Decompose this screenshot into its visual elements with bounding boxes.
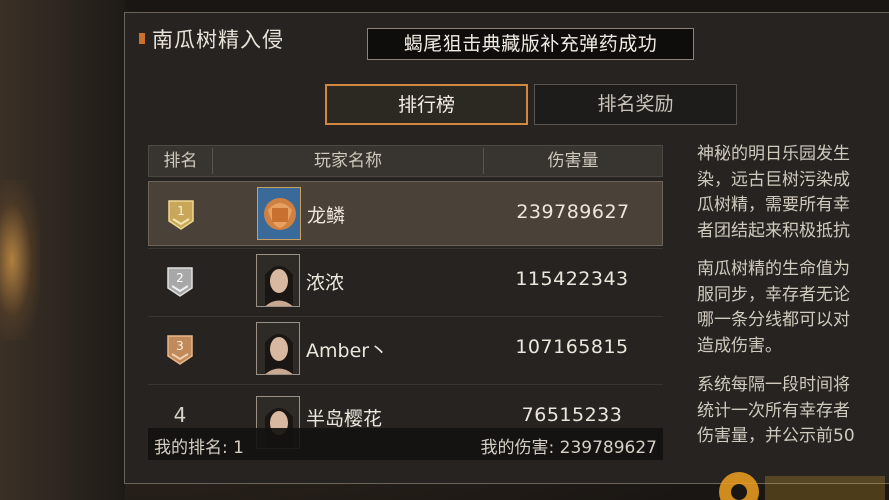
- player-damage: 115422343: [515, 268, 629, 290]
- site-watermark-logo: [715, 462, 889, 500]
- table-row[interactable]: 1 龙鳞 239789627: [148, 181, 663, 246]
- player-damage: 107165815: [515, 336, 629, 358]
- my-damage-label: 我的伤害: 239789627: [480, 438, 657, 458]
- player-avatar[interactable]: [256, 322, 300, 375]
- background-glow: [0, 180, 40, 340]
- player-avatar[interactable]: [257, 187, 301, 240]
- svg-text:3: 3: [176, 339, 184, 353]
- tab-leaderboard[interactable]: 排行榜: [325, 84, 528, 125]
- column-header-player-name: 玩家名称: [314, 151, 382, 171]
- column-header-damage: 伤害量: [547, 151, 599, 171]
- player-damage: 239789627: [516, 201, 630, 223]
- page-title: 南瓜树精入侵: [152, 28, 284, 52]
- svg-text:2: 2: [176, 271, 184, 285]
- rank-badge-gold-icon: 1: [168, 200, 194, 230]
- column-header-rank: 排名: [163, 151, 198, 171]
- my-rank-label: 我的排名: 1: [154, 438, 244, 458]
- player-name: 半岛樱花: [306, 408, 383, 430]
- player-name: 浓浓: [306, 272, 345, 294]
- notice-banner: 蝎尾狙击典藏版补充弹药成功: [367, 28, 694, 60]
- rank-number: 4: [173, 403, 187, 427]
- player-name: 龙鳞: [307, 205, 346, 227]
- rank-badge-bronze-icon: 3: [167, 335, 193, 365]
- tab-rank-rewards[interactable]: 排名奖励: [534, 84, 737, 125]
- svg-text:1: 1: [177, 204, 185, 218]
- event-description-para-1: 神秘的明日乐园发生 染，远古巨树污染成 瓜树精，需要所有幸 者团结起来积极抵抗: [697, 144, 850, 241]
- title-accent-mark: [139, 33, 145, 44]
- event-description-para-3: 系统每隔一段时间将 统计一次所有幸存者 伤害量，并公示前50: [697, 375, 855, 446]
- rank-badge-silver-icon: 2: [167, 267, 193, 297]
- table-row[interactable]: 3 Amber丶 107165815: [148, 317, 663, 382]
- table-header: 排名 玩家名称 伤害量: [148, 145, 663, 177]
- my-ranking-bar: 我的排名: 1 我的伤害: 239789627: [148, 428, 663, 460]
- event-description-para-2: 南瓜树精的生命值为 服同步，幸存者无论 哪一条分线都可以对 造成伤害。: [697, 259, 850, 356]
- table-row[interactable]: 2 浓浓 115422343: [148, 249, 663, 314]
- player-damage: 76515233: [521, 404, 623, 426]
- player-name: Amber丶: [306, 340, 389, 362]
- player-avatar[interactable]: [256, 254, 300, 307]
